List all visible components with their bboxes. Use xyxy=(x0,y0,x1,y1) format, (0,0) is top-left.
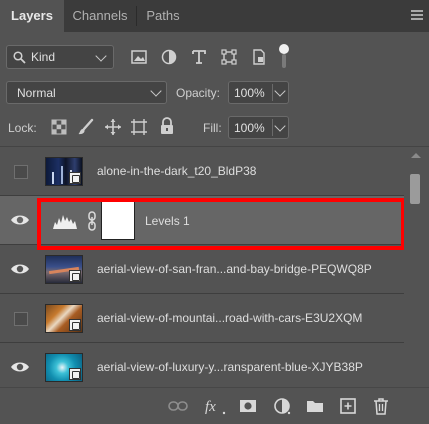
lock-image-pixels-icon[interactable] xyxy=(77,118,95,136)
delete-icon[interactable] xyxy=(371,396,391,416)
layer-name[interactable]: Levels 1 xyxy=(145,214,190,228)
new-adjustment-icon[interactable] xyxy=(272,396,292,416)
adjustment-filter-icon[interactable] xyxy=(160,48,178,66)
lock-artboard-icon[interactable] xyxy=(130,118,148,136)
layer-thumbnail[interactable] xyxy=(45,255,83,284)
lock-transparent-pixels-icon[interactable] xyxy=(51,119,67,135)
opacity-value: 100% xyxy=(234,86,265,100)
layer-name[interactable]: aerial-view-of-luxury-y...ransparent-blu… xyxy=(97,360,363,374)
chevron-down-icon xyxy=(95,50,107,62)
smart-object-badge-icon xyxy=(69,172,81,184)
blend-mode-select[interactable]: Normal xyxy=(6,81,167,104)
shape-filter-icon[interactable] xyxy=(220,48,238,66)
fx-icon[interactable]: fx xyxy=(204,396,228,416)
visibility-toggle[interactable] xyxy=(14,312,28,326)
layers-bottom-toolbar: fx xyxy=(0,387,429,424)
layer-thumbnail[interactable] xyxy=(45,304,83,333)
eye-icon[interactable] xyxy=(10,259,30,279)
levels-adjustment-icon[interactable] xyxy=(52,210,78,230)
layer-mask-thumbnail[interactable] xyxy=(101,200,135,240)
smart-object-filter-icon[interactable] xyxy=(250,48,268,66)
search-icon xyxy=(13,51,26,64)
new-layer-icon[interactable] xyxy=(338,396,358,416)
layers-panel: Layers Channels Paths Kind Normal Opacit… xyxy=(0,0,429,424)
filter-kind-label: Kind xyxy=(31,50,56,64)
lock-position-icon[interactable] xyxy=(104,118,122,136)
type-filter-icon[interactable] xyxy=(190,48,208,66)
eye-icon[interactable] xyxy=(10,357,30,377)
opacity-label: Opacity: xyxy=(176,86,221,100)
fill-field[interactable]: 100% xyxy=(228,116,289,139)
mask-link-icon[interactable] xyxy=(87,211,97,231)
chevron-down-icon xyxy=(274,85,286,97)
opacity-field[interactable]: 100% xyxy=(228,81,289,104)
eye-icon[interactable] xyxy=(10,210,30,230)
filter-kind-select[interactable]: Kind xyxy=(6,45,114,69)
chevron-down-icon xyxy=(150,85,162,97)
layers-list: alone-in-the-dark_t20_BldP38 Levels 1 ae… xyxy=(0,147,404,387)
fill-label: Fill: xyxy=(203,121,222,135)
layer-row[interactable]: aerial-view-of-mountai...road-with-cars-… xyxy=(0,294,404,343)
pixel-filter-icon[interactable] xyxy=(130,48,148,66)
smart-object-badge-icon xyxy=(69,270,81,282)
panel-menu-icon[interactable] xyxy=(411,10,423,22)
fill-value: 100% xyxy=(234,121,265,135)
smart-object-badge-icon xyxy=(69,319,81,331)
layer-name[interactable]: alone-in-the-dark_t20_BldP38 xyxy=(97,164,256,178)
lock-all-icon[interactable] xyxy=(159,117,175,135)
svg-text:fx: fx xyxy=(205,399,216,415)
filter-toggle-icon[interactable] xyxy=(279,44,289,68)
tab-paths[interactable]: Paths xyxy=(137,0,189,32)
chevron-down-icon xyxy=(274,120,286,132)
layers-scrollbar[interactable] xyxy=(404,147,429,387)
blend-mode-value: Normal xyxy=(17,86,56,100)
lock-label: Lock: xyxy=(8,121,37,135)
tab-layers[interactable]: Layers xyxy=(0,0,64,32)
layer-name[interactable]: aerial-view-of-san-fran...and-bay-bridge… xyxy=(97,262,372,276)
panel-tab-bar: Layers Channels Paths xyxy=(0,0,429,32)
visibility-toggle[interactable] xyxy=(14,165,28,179)
layer-row[interactable]: aerial-view-of-luxury-y...ransparent-blu… xyxy=(0,343,404,387)
layer-row-selected[interactable]: Levels 1 xyxy=(0,196,404,245)
link-layers-icon[interactable] xyxy=(168,396,188,416)
tab-channels[interactable]: Channels xyxy=(64,0,136,32)
add-mask-icon[interactable] xyxy=(238,396,258,416)
layer-thumbnail[interactable] xyxy=(45,353,83,382)
smart-object-badge-icon xyxy=(69,368,81,380)
layer-thumbnail[interactable] xyxy=(45,157,83,186)
new-group-icon[interactable] xyxy=(305,396,325,416)
scroll-thumb[interactable] xyxy=(410,174,420,204)
layer-name[interactable]: aerial-view-of-mountai...road-with-cars-… xyxy=(97,311,362,325)
layer-row[interactable]: alone-in-the-dark_t20_BldP38 xyxy=(0,147,404,196)
scroll-up-icon[interactable] xyxy=(411,153,421,158)
layer-row[interactable]: aerial-view-of-san-fran...and-bay-bridge… xyxy=(0,245,404,294)
